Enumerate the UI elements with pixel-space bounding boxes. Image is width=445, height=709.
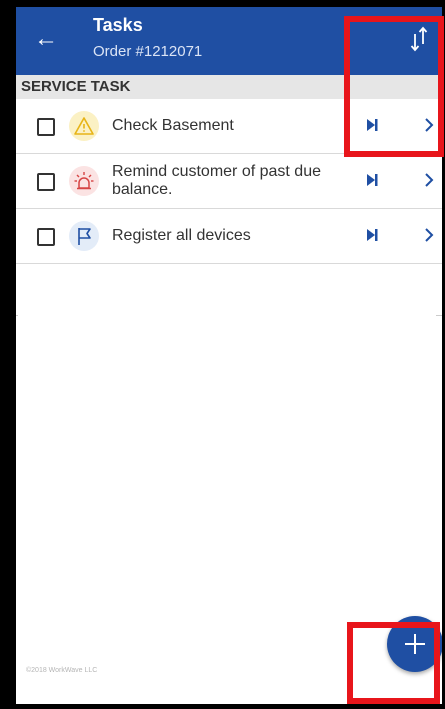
warning-triangle-icon bbox=[69, 111, 99, 141]
task-row-register-devices[interactable]: Register all devices bbox=[16, 209, 442, 264]
skip-next-icon[interactable] bbox=[366, 228, 378, 242]
task-row-check-basement[interactable]: Check Basement bbox=[16, 99, 442, 154]
skip-next-icon[interactable] bbox=[366, 173, 378, 187]
divider bbox=[436, 315, 442, 316]
arrow-left-icon[interactable]: ← bbox=[34, 27, 58, 51]
chevron-right-icon[interactable] bbox=[424, 172, 434, 188]
page-title: Tasks bbox=[93, 15, 143, 35]
add-task-button[interactable] bbox=[387, 616, 442, 672]
alarm-siren-icon bbox=[69, 166, 99, 196]
section-header: SERVICE TASK bbox=[16, 75, 442, 99]
task-label-line2: balance. bbox=[112, 181, 173, 198]
order-number: Order #1212071 bbox=[93, 43, 203, 60]
task-checkbox[interactable] bbox=[37, 118, 55, 136]
copyright-text: ©2018 WorkWave LLC bbox=[26, 667, 98, 674]
divider bbox=[16, 315, 18, 316]
flag-icon bbox=[69, 221, 99, 251]
chevron-right-icon[interactable] bbox=[424, 117, 434, 133]
phone-screen: ← Tasks Order #1212071 SERVICE TASK Chec… bbox=[16, 7, 442, 704]
chevron-right-icon[interactable] bbox=[424, 227, 434, 243]
task-row-remind-customer[interactable]: Remind customer of past due balance. bbox=[16, 154, 442, 209]
task-checkbox[interactable] bbox=[37, 173, 55, 191]
sort-up-down-icon[interactable] bbox=[410, 25, 428, 53]
task-label: Register all devices bbox=[112, 227, 251, 244]
app-bar: ← Tasks Order #1212071 bbox=[16, 7, 442, 75]
skip-next-icon[interactable] bbox=[366, 118, 378, 132]
task-label: Check Basement bbox=[112, 117, 234, 134]
task-label-line1: Remind customer of past due bbox=[112, 163, 321, 180]
task-checkbox[interactable] bbox=[37, 228, 55, 246]
